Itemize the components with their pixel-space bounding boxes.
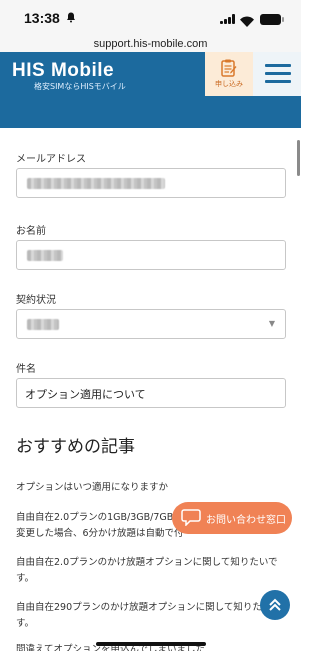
article-link-continued[interactable]: す。 bbox=[16, 616, 296, 631]
main-content: メールアドレス お名前 契約状況 ▼ 件名 オプション適用について おすすめの記… bbox=[0, 128, 301, 651]
name-field[interactable] bbox=[16, 240, 286, 270]
site-logo[interactable]: HIS Mobile 格安SIMならHISモバイル bbox=[12, 60, 126, 92]
logo-tagline: 格安SIMならHISモバイル bbox=[34, 82, 126, 91]
double-chevron-up-icon bbox=[269, 598, 281, 611]
name-label: お名前 bbox=[16, 226, 46, 237]
email-field[interactable] bbox=[16, 168, 286, 198]
url-text: support.his-mobile.com bbox=[93, 38, 208, 50]
cellular-signal-icon bbox=[220, 14, 236, 24]
contact-label: お問い合わせ窓口 bbox=[206, 515, 286, 526]
redacted-name bbox=[27, 250, 63, 261]
status-bar: 13:38 bbox=[0, 0, 301, 32]
subject-label: 件名 bbox=[16, 364, 36, 375]
redacted-email bbox=[27, 178, 165, 189]
email-label: メールアドレス bbox=[16, 154, 86, 165]
application-form-icon bbox=[220, 58, 238, 78]
scrollbar[interactable] bbox=[297, 140, 300, 176]
apply-label: 申し込み bbox=[215, 80, 243, 88]
subject-field[interactable]: オプション適用について bbox=[16, 378, 286, 408]
status-time: 13:38 bbox=[24, 10, 60, 26]
dropdown-arrow-icon: ▼ bbox=[268, 319, 275, 328]
scroll-to-top-button[interactable] bbox=[260, 590, 290, 620]
article-link[interactable]: 自由自在2.0プランのかけ放題オプションに関して知りたいで bbox=[16, 555, 296, 570]
wifi-icon bbox=[240, 12, 254, 27]
site-header: HIS Mobile 格安SIMならHISモバイル 申し込み bbox=[0, 52, 301, 128]
bell-muted-icon bbox=[66, 12, 76, 26]
contract-status-label: 契約状況 bbox=[16, 295, 56, 306]
logo-text: HIS Mobile bbox=[12, 60, 115, 81]
recommended-articles-heading: おすすめの記事 bbox=[16, 437, 135, 457]
apply-button[interactable]: 申し込み bbox=[205, 52, 253, 96]
contact-button[interactable]: お問い合わせ窓口 bbox=[172, 502, 292, 534]
article-link[interactable]: オプションはいつ適用になりますか bbox=[16, 480, 296, 495]
browser-url-bar[interactable]: support.his-mobile.com bbox=[0, 32, 301, 52]
home-indicator bbox=[96, 642, 206, 646]
chat-bubble-icon bbox=[181, 509, 201, 527]
contract-status-select[interactable]: ▼ bbox=[16, 309, 286, 339]
battery-icon bbox=[260, 14, 284, 25]
subject-value: オプション適用について bbox=[25, 388, 146, 401]
article-link[interactable]: 自由自在290プランのかけ放題オプションに関して知りたい bbox=[16, 600, 296, 615]
hamburger-menu-button[interactable] bbox=[253, 52, 301, 96]
redacted-contract-status bbox=[27, 319, 59, 330]
article-link-continued[interactable]: す。 bbox=[16, 571, 296, 586]
